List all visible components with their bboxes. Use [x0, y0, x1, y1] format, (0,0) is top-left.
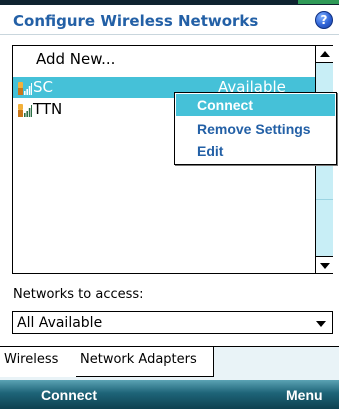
context-menu: Connect Remove Settings Edit: [174, 92, 337, 165]
menu-item-label: Remove Settings: [197, 121, 311, 137]
chevron-down-icon: [316, 321, 326, 327]
tab-strip: Wireless Network Adapters: [0, 346, 339, 380]
scroll-down-button[interactable]: [316, 256, 333, 273]
arrow-down-icon: [320, 263, 330, 269]
wifi-signal-icon: [18, 82, 32, 95]
menu-item-edit[interactable]: Edit: [176, 140, 335, 162]
menu-item-label: Connect: [197, 97, 253, 113]
arrow-up-icon: [320, 51, 330, 57]
softkey-menu-button[interactable]: Menu: [286, 387, 323, 403]
softkey-connect-button[interactable]: Connect: [41, 387, 97, 403]
page-title: Configure Wireless Networks: [13, 12, 259, 30]
menu-item-label: Edit: [197, 143, 224, 159]
dropdown-value: All Available: [17, 315, 103, 331]
network-name: TTN: [33, 100, 63, 118]
networks-to-access-label: Networks to access:: [13, 287, 144, 302]
network-name: SC: [33, 78, 53, 96]
help-icon[interactable]: ?: [315, 11, 333, 29]
softkey-bar: Connect Menu: [0, 380, 339, 409]
tab-divider: [0, 346, 339, 347]
add-new-item[interactable]: Add New...: [13, 49, 315, 70]
status-indicator: [298, 0, 339, 4]
add-new-label: Add New...: [36, 50, 116, 68]
tab-wireless[interactable]: Wireless: [0, 346, 81, 377]
menu-item-connect[interactable]: Connect: [176, 94, 335, 116]
networks-to-access-dropdown[interactable]: All Available: [12, 311, 333, 334]
scroll-up-button[interactable]: [316, 46, 333, 63]
wifi-signal-icon: [18, 104, 32, 117]
tab-network-adapters[interactable]: Network Adapters: [76, 346, 214, 377]
menu-item-remove-settings[interactable]: Remove Settings: [176, 118, 335, 140]
